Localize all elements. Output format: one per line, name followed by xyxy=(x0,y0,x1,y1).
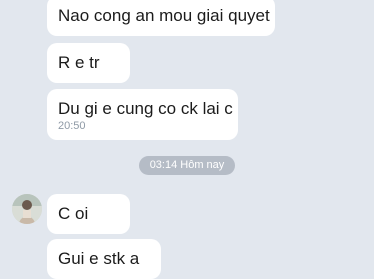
message-bubble[interactable]: C oi xyxy=(47,194,130,234)
message-timestamp: 20:50 xyxy=(58,120,86,132)
message-text: Nao cong an mou giai quyet xyxy=(58,6,270,25)
message-text: Gui e stk a xyxy=(58,249,140,268)
message-bubble[interactable]: Gui e stk a xyxy=(47,239,161,279)
message-bubble[interactable]: R e tr xyxy=(47,43,130,83)
message-text: R e tr xyxy=(58,53,100,72)
avatar[interactable] xyxy=(12,194,42,224)
message-bubble[interactable]: Du gi e cung co ck lai c 20:50 xyxy=(47,89,238,140)
message-text: C oi xyxy=(58,204,89,223)
date-separator: 03:14 Hôm nay xyxy=(139,156,235,175)
message-bubble[interactable]: Nao cong an mou giai quyet xyxy=(47,0,275,36)
avatar-image xyxy=(12,194,42,224)
message-text: Du gi e cung co ck lai c xyxy=(58,99,233,118)
